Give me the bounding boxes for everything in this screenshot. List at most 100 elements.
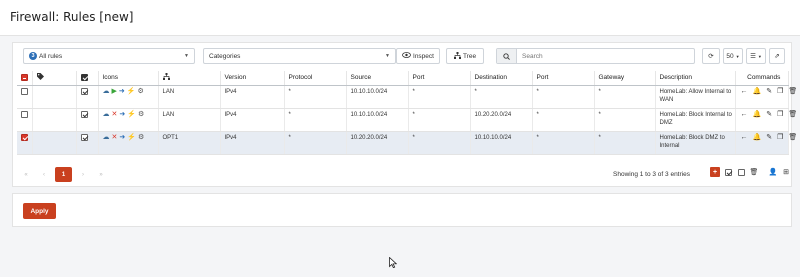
row-enabled-checkbox[interactable] (80, 110, 88, 118)
row-enabled-checkbox[interactable] (80, 133, 88, 141)
page-size-select[interactable]: 50 ▼ (723, 48, 743, 64)
prev-page-button[interactable]: ‹ (37, 168, 51, 182)
gateway-cell: * (594, 131, 656, 155)
row-enabled-checkbox[interactable] (80, 87, 88, 95)
bell-icon[interactable]: 🔔 (753, 111, 762, 119)
add-rule-button[interactable]: + (710, 167, 720, 177)
gateway-header: Gateway (594, 71, 656, 86)
search-box (496, 48, 695, 64)
bolt-icon: ⚡ (127, 133, 136, 141)
arrow-left-icon[interactable]: ← (741, 134, 748, 142)
source-port-header: Port (408, 71, 471, 86)
table-header-row: Icons Version Protocol Source Port Desti… (17, 71, 789, 86)
description-cell: HomeLab: Allow Internal to WAN (655, 85, 736, 109)
tree-button[interactable]: Tree (446, 48, 484, 64)
commands-header: Commands (735, 71, 789, 86)
version-cell: IPv4 (220, 131, 285, 155)
source-header: Source (346, 71, 409, 86)
copy-icon[interactable]: ❐ (777, 111, 783, 119)
page-size-value: 50 (726, 52, 734, 60)
bolt-icon: ⚡ (127, 110, 136, 118)
apply-panel: Apply (12, 193, 792, 227)
import-button[interactable]: 👤 (768, 167, 778, 177)
delete-selected-button[interactable]: 🗑 (749, 167, 759, 177)
trash-icon: 🗑 (749, 169, 759, 176)
select-all-checkbox[interactable] (21, 74, 28, 82)
bell-icon[interactable]: 🔔 (753, 134, 762, 142)
table-icon: ⊞ (783, 169, 789, 176)
columns-button[interactable]: ☰ ▼ (746, 48, 766, 64)
gear-icon: ⚙ (137, 87, 144, 95)
rule-count-badge: 3 (29, 52, 37, 60)
category-cell (32, 131, 77, 155)
row-commands: ← 🔔 ✎ ❐ 🗑 (738, 111, 798, 119)
block-icon: ✕ (111, 110, 118, 118)
sitemap-icon (162, 73, 170, 82)
dest-port-cell: * (532, 85, 595, 109)
protocol-header: Protocol (284, 71, 347, 86)
title-bar: Firewall: Rules [new] (0, 0, 800, 36)
block-icon: ✕ (111, 133, 118, 141)
pencil-icon[interactable]: ✎ (766, 88, 772, 96)
row-select-checkbox[interactable] (21, 87, 28, 95)
pencil-icon[interactable]: ✎ (766, 134, 772, 142)
next-page-button[interactable]: › (76, 168, 90, 182)
trash-icon[interactable]: 🗑 (788, 111, 797, 119)
grid-button[interactable]: ⊞ (781, 167, 791, 177)
source-cell: 10.20.20.0/24 (346, 131, 409, 155)
share-icon: ⇗ (774, 53, 780, 60)
gateway-cell: * (594, 108, 656, 132)
table-row[interactable]: ☁ ▶ ➜ ⚡ ⚙ LAN IPv4 * 10.10.10.0/24 * * *… (17, 85, 797, 109)
trash-icon[interactable]: 🗑 (788, 134, 797, 142)
arrow-left-icon[interactable]: ← (741, 111, 748, 119)
entries-info: Showing 1 to 3 of 3 entries (613, 171, 690, 178)
destination-cell: 10.20.20.0/24 (470, 108, 533, 132)
export-button[interactable]: ⇗ (769, 48, 785, 64)
trash-icon[interactable]: 🗑 (788, 88, 797, 96)
row-select-checkbox[interactable] (21, 110, 28, 118)
protocol-cell: * (284, 85, 347, 109)
rules-panel: 3 All rules ▼ Categories ▼ Inspect Tree (12, 42, 798, 187)
destination-header: Destination (470, 71, 533, 86)
current-page-button[interactable]: 1 (55, 167, 72, 182)
categories-select[interactable]: Categories ▼ (203, 48, 396, 64)
cloud-icon: ☁ (102, 133, 110, 141)
bolt-icon: ⚡ (126, 87, 136, 95)
rule-filter-select[interactable]: 3 All rules ▼ (23, 48, 195, 64)
table-row[interactable]: ☁ ✕ ➜ ⚡ ⚙ LAN IPv4 * 10.10.10.0/24 * 10.… (17, 108, 798, 132)
copy-icon[interactable]: ❐ (777, 134, 783, 142)
source-port-cell: * (408, 131, 471, 155)
protocol-cell: * (284, 131, 347, 155)
search-input[interactable] (517, 49, 694, 63)
categories-value: Categories (209, 52, 241, 60)
source-port-cell: * (408, 108, 471, 132)
pagination: « ‹ 1 › » (19, 167, 108, 182)
first-page-button[interactable]: « (19, 168, 33, 182)
bulk-actions: + 🗑 👤 ⊞ (710, 167, 791, 177)
chevron-down-icon: ▼ (735, 53, 740, 59)
category-cell (32, 108, 77, 132)
bell-icon[interactable]: 🔔 (753, 88, 762, 96)
enabled-header (76, 71, 99, 86)
arrow-right-icon: ➜ (119, 110, 126, 118)
rule-filter-value: All rules (39, 52, 63, 60)
enable-selected-button[interactable] (723, 167, 733, 177)
tag-icon (36, 73, 44, 82)
row-select-checkbox[interactable] (21, 133, 28, 141)
table-row[interactable]: ☁ ✕ ➜ ⚡ ⚙ OPT1 IPv4 * 10.20.20.0/24 * 10… (17, 131, 797, 155)
refresh-button[interactable]: ⟳ (702, 48, 720, 64)
arrow-right-icon: ➜ (119, 133, 126, 141)
disable-selected-button[interactable] (736, 167, 746, 177)
pencil-icon[interactable]: ✎ (766, 111, 772, 119)
inspect-button[interactable]: Inspect (396, 48, 440, 64)
rules-table: Icons Version Protocol Source Port Desti… (17, 71, 798, 155)
mouse-cursor-icon (389, 256, 398, 270)
dest-port-cell: * (532, 108, 595, 132)
select-all-header[interactable] (17, 71, 33, 86)
arrow-left-icon[interactable]: ← (741, 88, 748, 96)
apply-button[interactable]: Apply (23, 203, 56, 219)
interface-cell: LAN (158, 85, 221, 109)
play-icon: ▶ (111, 87, 117, 95)
last-page-button[interactable]: » (94, 168, 108, 182)
copy-icon[interactable]: ❐ (777, 88, 783, 96)
